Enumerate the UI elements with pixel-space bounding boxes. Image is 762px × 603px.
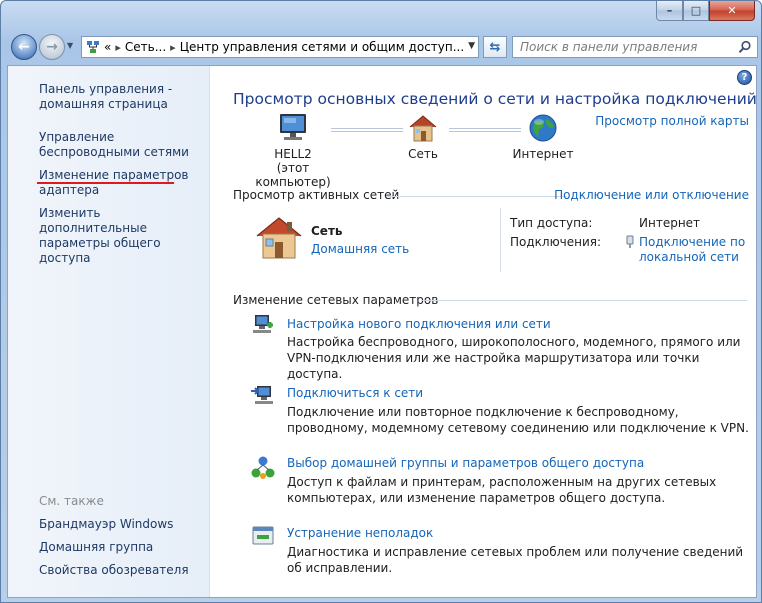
search-input[interactable]: Поиск в панели управления [512, 36, 758, 58]
network-name: Сеть [408, 147, 438, 161]
house-icon [409, 115, 437, 142]
section-divider [386, 196, 567, 197]
address-overflow[interactable]: « [104, 40, 111, 54]
refresh-button[interactable]: ⇆ [483, 36, 507, 58]
computer-icon [280, 114, 306, 140]
back-button[interactable]: ← [11, 34, 37, 60]
map-node-network[interactable]: Сеть [393, 112, 453, 161]
breadcrumb-network[interactable]: Сеть... [125, 40, 166, 54]
help-icon[interactable]: ? [737, 70, 752, 85]
internet-name: Интернет [512, 147, 574, 161]
connection-line-2: локальной сети [639, 250, 739, 264]
address-bar[interactable]: « ▸ Сеть... ▸ Центр управления сетями и … [81, 36, 479, 58]
task-connect-network-desc: Подключение или повторное подключение к … [287, 405, 749, 435]
active-network-name: Сеть [311, 224, 343, 238]
client-area: Панель управления - домашняя страница Уп… [7, 65, 757, 598]
chevron-right-icon[interactable]: ▸ [170, 41, 176, 54]
map-node-internet[interactable]: Интернет [503, 112, 583, 161]
task-troubleshoot[interactable]: Устранение неполадок [287, 526, 433, 540]
navigation-bar: ← → ▼ « ▸ Сеть... ▸ Центр управления сет… [7, 31, 758, 63]
connection-line-1: Подключение по [639, 235, 746, 249]
chevron-down-icon[interactable]: ▼ [468, 41, 475, 51]
computer-name: HELL2 [274, 147, 312, 161]
task-new-connection[interactable]: Настройка нового подключения или сети [287, 317, 551, 331]
task-troubleshoot-desc: Диагностика и исправление сетевых пробле… [287, 545, 744, 575]
sidebar-item-manage-wireless[interactable]: Управление беспроводными сетями [39, 130, 209, 160]
sidebar-item-internet-options[interactable]: Свойства обозревателя [39, 563, 209, 578]
local-area-connection-link[interactable]: Подключение по локальной сети [639, 235, 745, 265]
house-icon [256, 217, 302, 259]
computer-sub: (этот компьютер) [255, 161, 331, 189]
forward-arrow-icon: → [46, 39, 58, 55]
back-arrow-icon: ← [18, 39, 30, 55]
search-placeholder: Поиск в панели управления [520, 40, 698, 54]
window-controls: – □ ✕ [656, 1, 755, 21]
minimize-button[interactable]: – [656, 1, 683, 21]
vertical-divider [500, 208, 501, 272]
sidebar-item-firewall[interactable]: Брандмауэр Windows [39, 517, 209, 532]
main-content: ? Просмотр основных сведений о сети и на… [211, 66, 757, 597]
title-bar[interactable]: – □ ✕ [1, 1, 761, 29]
task-homegroup-sharing-desc: Доступ к файлам и принтерам, расположенн… [287, 475, 717, 505]
task-new-connection-desc: Настройка беспроводного, широкополосного… [287, 335, 741, 381]
see-also-header: См. также [39, 494, 104, 508]
sidebar-item-control-panel-home[interactable]: Панель управления - домашняя страница [39, 82, 209, 112]
change-settings-header: Изменение сетевых параметров [233, 293, 439, 307]
connect-disconnect-link[interactable]: Подключение или отключение [554, 188, 749, 202]
new-connection-icon [253, 315, 273, 333]
search-icon[interactable] [738, 40, 752, 54]
network-icon [87, 41, 99, 53]
refresh-icon: ⇆ [489, 39, 501, 55]
view-full-map-link[interactable]: Просмотр полной карты [595, 114, 749, 128]
globe-icon [529, 114, 557, 142]
close-button[interactable]: ✕ [709, 1, 755, 21]
homegroup-icon [251, 456, 275, 479]
forward-button[interactable]: → [39, 34, 65, 60]
access-type-value: Интернет [639, 216, 701, 230]
sidebar-item-homegroup[interactable]: Домашняя группа [39, 540, 209, 555]
map-node-computer[interactable]: HELL2 (этот компьютер) [243, 112, 343, 189]
window-frame: – □ ✕ ← → ▼ « ▸ Сеть... ▸ Центр управлен… [0, 0, 762, 603]
connect-network-icon [251, 386, 273, 404]
task-connect-network[interactable]: Подключиться к сети [287, 386, 423, 400]
ethernet-icon [626, 235, 634, 248]
access-type-label: Тип доступа: [510, 216, 593, 230]
recent-pages-dropdown[interactable]: ▼ [67, 41, 73, 50]
network-type-link[interactable]: Домашняя сеть [311, 242, 409, 256]
troubleshoot-icon [252, 526, 274, 545]
breadcrumb-network-center[interactable]: Центр управления сетями и общим доступ..… [180, 40, 464, 54]
section-divider [421, 300, 747, 301]
task-homegroup-sharing[interactable]: Выбор домашней группы и параметров общег… [287, 456, 644, 470]
page-title: Просмотр основных сведений о сети и наст… [233, 90, 757, 108]
maximize-button[interactable]: □ [683, 1, 709, 21]
connections-label: Подключения: [510, 235, 602, 249]
sidebar-item-advanced-sharing[interactable]: Изменить дополнительные параметры общего… [39, 206, 209, 266]
chevron-right-icon[interactable]: ▸ [115, 41, 121, 54]
active-networks-header: Просмотр активных сетей [233, 188, 400, 202]
red-highlight-underline [37, 182, 174, 184]
sidebar: Панель управления - домашняя страница Уп… [8, 66, 210, 597]
